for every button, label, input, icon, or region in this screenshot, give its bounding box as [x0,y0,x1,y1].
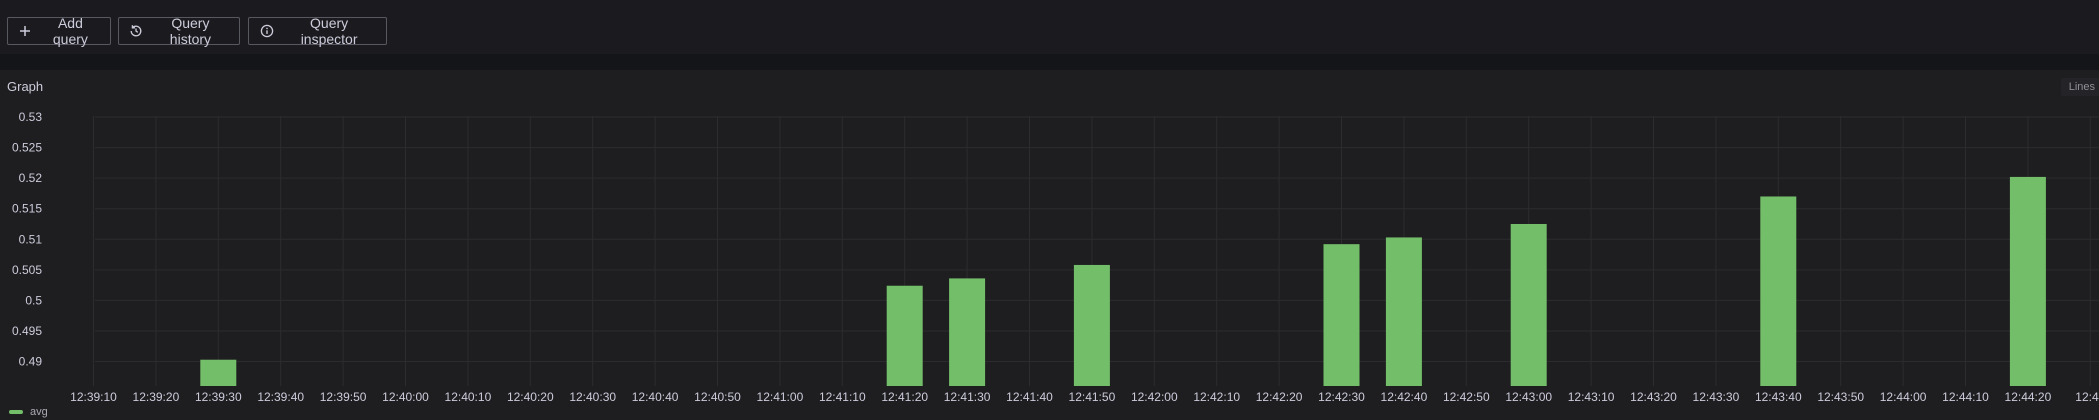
x-tick-label: 12:43:00 [1505,390,1552,404]
bar-avg[interactable] [949,278,986,386]
y-tick-label: 0.495 [12,324,42,338]
x-tick-label: 12:39:40 [257,390,304,404]
query-inspector-button[interactable]: Query inspector [248,15,387,47]
bar-avg[interactable] [1073,264,1110,386]
x-tick-label: 12:43:30 [1693,390,1740,404]
x-tick-label: 12:41:10 [819,390,866,404]
legend-series-label[interactable]: avg [30,406,48,418]
x-tick-label: 12:40:00 [382,390,429,404]
x-tick-label: 12:44:10 [1942,390,1989,404]
x-tick-label: 12:40:10 [445,390,492,404]
add-query-label: Add query [52,15,88,47]
panel-separator [0,54,2099,70]
x-tick-label: 12:42:10 [1193,390,1240,404]
info-circle-icon [259,23,274,39]
y-tick-label: 0.53 [19,110,43,124]
y-tick-label: 0.51 [19,232,43,246]
x-tick-label: 12:40:30 [569,390,616,404]
y-tick-label: 0.49 [19,355,43,369]
x-tick-label: 12:41:30 [944,390,991,404]
bar-avg[interactable] [1510,223,1547,386]
query-history-label: Query history [169,15,212,47]
query-history-button[interactable]: Query history [118,15,240,47]
y-tick-label: 0.505 [12,263,42,277]
bar-avg[interactable] [2009,176,2046,386]
y-tick-label: 0.52 [19,171,43,185]
y-tick-label: 0.5 [25,293,42,307]
bar-avg[interactable] [886,285,923,386]
x-tick-label: 12:41:20 [881,390,928,404]
x-tick-label: 12:43:10 [1568,390,1615,404]
y-tick-label: 0.525 [12,141,42,155]
graph-panel: 0.53 0.525 0.52 0.515 0.51 0.505 0.5 0.495 0.49 1… [0,70,2099,420]
x-tick-label: 12:39:20 [133,390,180,404]
x-tick-label: 12:44:00 [1880,390,1927,404]
chart-legend: avg [9,406,48,418]
x-tick-label: 12:43:40 [1755,390,1802,404]
x-tick-label: 12:41:50 [1069,390,1116,404]
x-tick-label: 12:42:50 [1443,390,1490,404]
visualization-mode-toggle[interactable]: Lines [2060,78,2099,96]
x-tick-label: 12:39:30 [195,390,242,404]
x-tick-label: 12:41:40 [1006,390,1053,404]
history-icon [129,23,144,39]
plus-icon [18,23,33,39]
bar-avg[interactable] [1323,244,1360,386]
x-tick-label: 12:44:20 [2005,390,2052,404]
graph-chart: 0.53 0.525 0.52 0.515 0.51 0.505 0.5 0.495 0.49 1… [12,110,2099,404]
x-tick-label: 12:40:40 [632,390,679,404]
x-tick-label: 12:43:20 [1630,390,1677,404]
x-tick-label: 12:40:20 [507,390,554,404]
query-inspector-label: Query inspector [300,15,358,47]
x-tick-label: 12:41:00 [757,390,804,404]
x-tick-label: 12:39:10 [70,390,117,404]
x-tick-label: 12:42:20 [1256,390,1303,404]
bar-avg[interactable] [1760,196,1797,386]
x-tick-label: 12:42:30 [1318,390,1365,404]
x-tick-label: 12:42:40 [1381,390,1428,404]
y-tick-label: 0.515 [12,202,42,216]
legend-swatch [9,410,23,414]
bar-avg[interactable] [200,359,237,386]
x-tick-label: 12:39:50 [320,390,367,404]
bar-avg[interactable] [1385,237,1422,386]
add-query-button[interactable]: Add query [7,15,111,47]
x-tick-label: 12:40:50 [694,390,741,404]
query-toolbar: Add query Query history Query inspector [0,0,2099,54]
x-tick-label: 12:44 [2075,390,2099,404]
panel-title: Graph [7,79,44,94]
x-tick-label: 12:43:50 [1817,390,1864,404]
x-tick-label: 12:42:00 [1131,390,1178,404]
